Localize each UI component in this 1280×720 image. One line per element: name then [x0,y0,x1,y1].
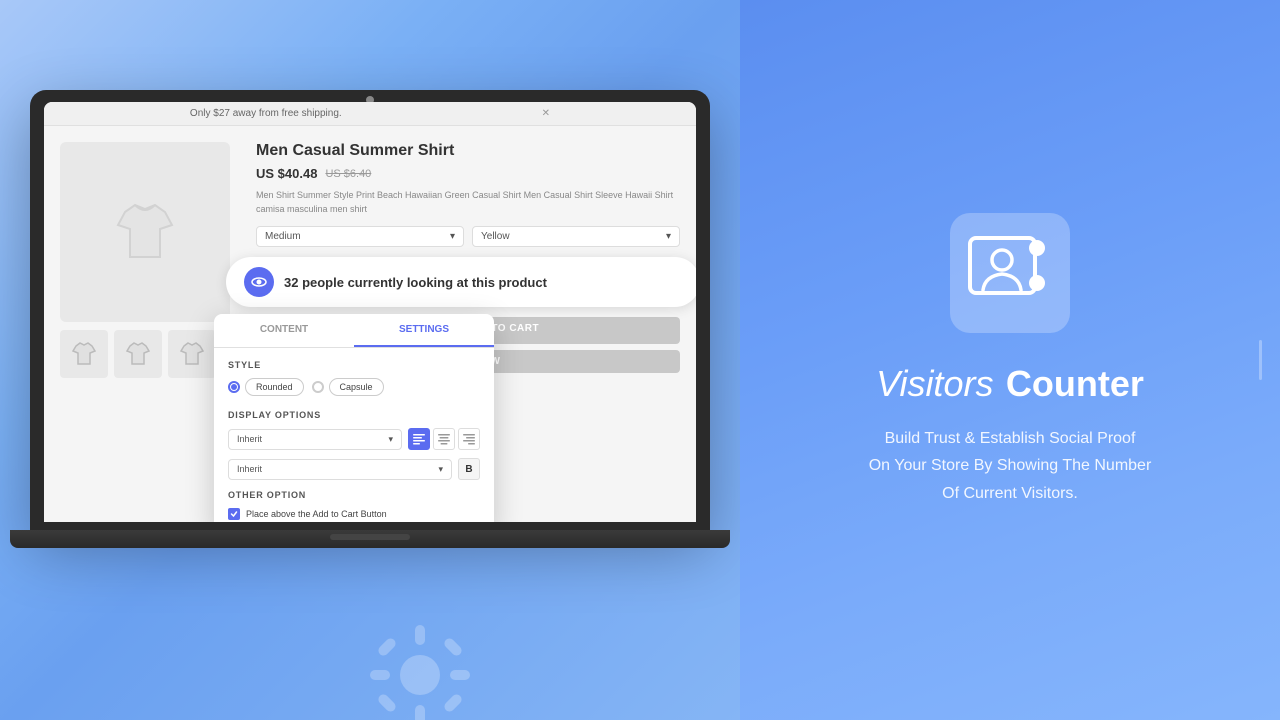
other-option-label: OTHER OPTION [228,490,480,500]
gear-icon-decoration [360,615,480,720]
align-right-button[interactable] [458,428,480,450]
place-above-checkbox[interactable] [228,508,240,520]
right-divider [1259,340,1262,380]
thumb-2[interactable] [114,330,162,378]
bold-button[interactable]: B [458,458,480,480]
price-main: US $40.48 [256,166,317,181]
visitors-counter-icon [965,228,1055,318]
style-row: Rounded Capsule [228,378,480,396]
subtitle: Build Trust & Establish Social Proof On … [869,425,1152,507]
product-price: US $40.48 US $6.40 [256,166,680,181]
left-panel: Only $27 away from free shipping. ✕ [0,0,740,720]
title-visitors: Visitors [876,363,993,404]
capsule-label: Capsule [329,378,384,396]
font-size-select[interactable]: Inherit ▾ [228,459,452,480]
align-left-button[interactable] [408,428,430,450]
laptop-mockup: Only $27 away from free shipping. ✕ [30,90,710,590]
right-panel: Visitors Counter Build Trust & Establish… [740,0,1280,720]
main-product-image [60,142,230,322]
display-options-section: DISPLAY OPTIONS Inherit ▾ [228,410,480,480]
subtitle-line3: Of Current Visitors. [942,485,1078,502]
title-counter: Counter [1006,363,1144,404]
subtitle-line2: On Your Store By Showing The Number [869,457,1152,474]
tab-content[interactable]: CONTENT [214,314,354,347]
checkbox-row: Place above the Add to Cart Button [228,508,480,520]
radio-rounded[interactable]: Rounded [228,378,304,396]
style-label: STYLE [228,360,480,370]
close-icon: ✕ [542,108,550,119]
align-center-button[interactable] [433,428,455,450]
eye-icon [244,267,274,297]
font-size-row: Inherit ▾ B [228,458,480,480]
product-image-area [60,142,240,500]
subtitle-line1: Build Trust & Establish Social Proof [885,430,1136,447]
font-family-select[interactable]: Inherit ▾ [228,429,402,450]
selects-row: Medium ▾ Yellow ▾ [256,226,680,247]
align-buttons [408,428,480,450]
color-select[interactable]: Yellow ▾ [472,226,680,247]
product-title: Men Casual Summer Shirt [256,142,680,160]
thumbnail-row [60,330,240,378]
settings-panel: CONTENT SETTINGS STYLE Rounded [214,314,494,522]
tab-settings[interactable]: SETTINGS [354,314,494,347]
laptop-screen-bezel: Only $27 away from free shipping. ✕ [44,102,696,522]
font-family-row: Inherit ▾ [228,428,480,450]
shipping-banner: Only $27 away from free shipping. ✕ [44,102,696,126]
radio-capsule[interactable]: Capsule [312,378,384,396]
shipping-text: Only $27 away from free shipping. [190,108,342,119]
size-select[interactable]: Medium ▾ [256,226,464,247]
price-old: US $6.40 [325,168,371,180]
visitor-counter-text: 32 people currently looking at this prod… [284,275,547,290]
website-content: Only $27 away from free shipping. ✕ [44,102,696,522]
thumb-3[interactable] [168,330,216,378]
radio-rounded-dot [228,381,240,393]
laptop-base [10,530,730,548]
app-icon-container [950,213,1070,333]
rounded-label: Rounded [245,378,304,396]
visitor-counter-badge: 32 people currently looking at this prod… [226,257,696,307]
product-description: Men Shirt Summer Style Print Beach Hawai… [256,189,680,216]
panel-body: STYLE Rounded Capsule [214,348,494,522]
place-above-label: Place above the Add to Cart Button [246,509,387,519]
radio-capsule-dot [312,381,324,393]
title-area: Visitors Counter [876,363,1144,405]
display-options-label: DISPLAY OPTIONS [228,410,480,420]
panel-tabs: CONTENT SETTINGS [214,314,494,348]
laptop-screen-outer: Only $27 away from free shipping. ✕ [30,90,710,530]
other-option-section: OTHER OPTION Place above the Add to Cart… [228,490,480,520]
thumb-1[interactable] [60,330,108,378]
